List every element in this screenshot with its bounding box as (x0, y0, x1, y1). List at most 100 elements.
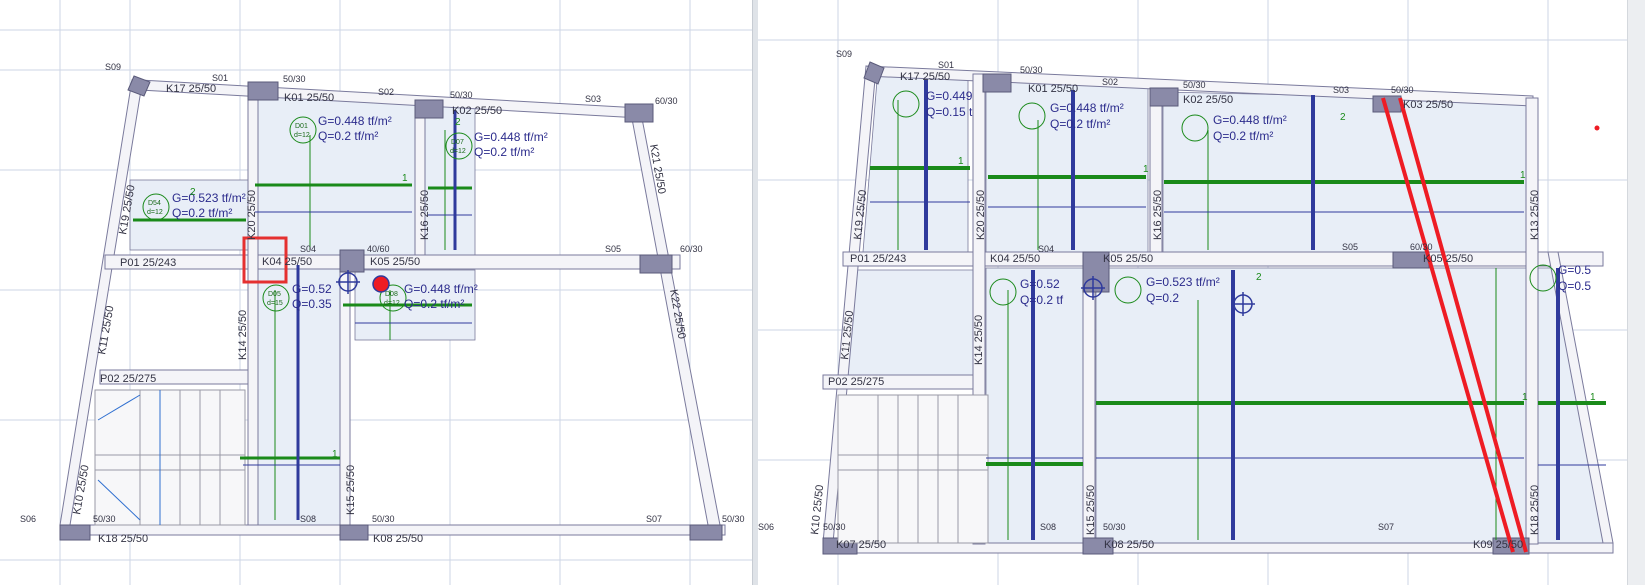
beam-label: K07 25/50 (836, 539, 886, 551)
span-direction-label: 1 (332, 449, 338, 460)
beam-label: K03 25/50 (1403, 99, 1453, 111)
slab-dead-load: G=0.448 tf/m² (318, 114, 392, 128)
beam-label: K18 25/50 (98, 533, 148, 545)
column-s02 (414, 99, 444, 119)
slab-dead-load: G=0.52 (292, 282, 332, 296)
beam-label: K04 25/50 (262, 256, 312, 268)
column-label: S03 (585, 94, 601, 104)
slab-dead-load: G=0.449 (926, 89, 973, 103)
column-label: 50/30 (283, 74, 306, 84)
column-label: 50/30 (93, 514, 116, 524)
slab-thickness: d=12 (147, 209, 163, 216)
slab-live-load: Q=0.2 tf/m² (172, 206, 232, 220)
slab-dead-load: G=0.5 (1558, 263, 1591, 277)
column-label: 50/30 (823, 522, 846, 532)
column-label: 40/60 (367, 244, 390, 254)
panel-label: P01 25/243 (850, 253, 906, 265)
column-s01 (247, 81, 279, 101)
marker-dot (1594, 125, 1600, 131)
column-label: 50/30 (722, 514, 745, 524)
slab-dead-load: G=0.448 tf/m² (1213, 113, 1287, 127)
slab-thickness: d=12 (450, 148, 466, 155)
column-label: S08 (1040, 522, 1056, 532)
column-label: 50/30 (1183, 80, 1206, 90)
beam-label: K05 25/50 (1103, 253, 1153, 265)
column-s07 (689, 524, 723, 541)
column-label: 50/30 (1020, 65, 1043, 75)
span-direction-label: 1 (958, 156, 964, 167)
column-label: S04 (300, 244, 316, 254)
column-label: S04 (1038, 244, 1054, 254)
column-s01 (982, 73, 1012, 93)
beam-label: K16 25/50 (419, 190, 431, 240)
slab-live-load: Q=0.5 (1558, 279, 1591, 293)
beam-label: K14 25/50 (973, 315, 985, 365)
column-label: S03 (1333, 85, 1349, 95)
beam-label: K14 25/50 (237, 310, 249, 360)
beam-label: K09 25/50 (1473, 539, 1523, 551)
column-label: S09 (836, 49, 852, 59)
column-label: S08 (300, 514, 316, 524)
slab-dead-load: G=0.448 tf/m² (1050, 101, 1124, 115)
panel-label: P02 25/275 (828, 376, 884, 388)
column-label: 50/30 (372, 514, 395, 524)
column-label: S06 (20, 514, 36, 524)
slab-live-load: Q=0.35 (292, 297, 332, 311)
slab-dead-load: G=0.52 (1020, 277, 1060, 291)
beam-label: K02 25/50 (452, 105, 502, 117)
column-s08 (339, 524, 369, 541)
right-plan-viewport[interactable]: S09 S01 50/30 S02 50/30 S03 50/30 S04 S0… (758, 0, 1645, 585)
column-label: 60/30 (680, 244, 703, 254)
slab-live-load: Q=0.2 tf/m² (404, 297, 464, 311)
beam-label: K08 25/50 (373, 533, 423, 545)
column-label: S02 (378, 87, 394, 97)
column-label: S02 (1102, 77, 1118, 87)
stair-icon (94, 389, 246, 526)
column-label: 50/30 (450, 90, 473, 100)
span-direction-label: 2 (1256, 272, 1262, 283)
slab-id: D08 (385, 291, 398, 298)
column-s05 (639, 254, 673, 274)
slab-dead-load: G=0.448 tf/m² (404, 282, 478, 296)
beam-label: K05 25/50 (370, 256, 420, 268)
stair-icon (837, 394, 989, 544)
right-floor-plan-canvas[interactable]: S09 S01 50/30 S02 50/30 S03 50/30 S04 S0… (758, 0, 1645, 585)
span-direction-label: 1 (402, 173, 408, 184)
slab-live-load: Q=0.2 tf/m² (1050, 117, 1110, 131)
column-label: S05 (605, 244, 621, 254)
beam-label: K05 25/50 (1423, 253, 1473, 265)
column-label: S06 (758, 522, 774, 532)
slab-live-load: Q=0.15 t (926, 105, 973, 119)
column-label: S01 (938, 60, 954, 70)
slab-live-load: Q=0.2 tf/m² (318, 129, 378, 143)
beam-label: K02 25/50 (1183, 94, 1233, 106)
span-direction-label: 1 (1522, 392, 1528, 403)
slab-live-load: Q=0.2 tf/m² (474, 145, 534, 159)
span-direction-label: 2 (190, 187, 196, 198)
panel-label: P02 25/275 (100, 373, 156, 385)
span-direction-label: 2 (455, 117, 461, 128)
span-direction-label: 1 (1520, 170, 1526, 181)
beam-label: K08 25/50 (1104, 539, 1154, 551)
column-s06 (59, 524, 91, 541)
slab-thickness: d=12 (384, 300, 400, 307)
left-plan-viewport[interactable]: S09 S01 50/30 S02 50/30 S03 60/30 40/60 … (0, 0, 752, 585)
vertical-scrollbar[interactable] (1627, 0, 1645, 585)
column-label: 60/30 (655, 96, 678, 106)
slab-id: D07 (451, 139, 464, 146)
slab-dead-load: G=0.523 tf/m² (1146, 275, 1220, 289)
beam-label: K18 25/50 (1529, 485, 1541, 535)
left-floor-plan-canvas[interactable]: S09 S01 50/30 S02 50/30 S03 60/30 40/60 … (0, 0, 752, 585)
beam-label: K01 25/50 (1028, 83, 1078, 95)
slab-id: D54 (148, 200, 161, 207)
column-label: S05 (1342, 242, 1358, 252)
beam-label: K13 25/50 (1529, 190, 1541, 240)
beam-label: K15 25/50 (1085, 485, 1097, 535)
beam-label: K20 25/50 (246, 190, 258, 240)
column-s02 (1149, 87, 1179, 107)
panel-label: P01 25/243 (120, 257, 176, 269)
beam-label: K17 25/50 (166, 83, 216, 95)
column-label: 60/30 (1410, 242, 1433, 252)
slab-live-load: Q=0.2 tf (1020, 293, 1064, 307)
column-label: S09 (105, 62, 121, 72)
